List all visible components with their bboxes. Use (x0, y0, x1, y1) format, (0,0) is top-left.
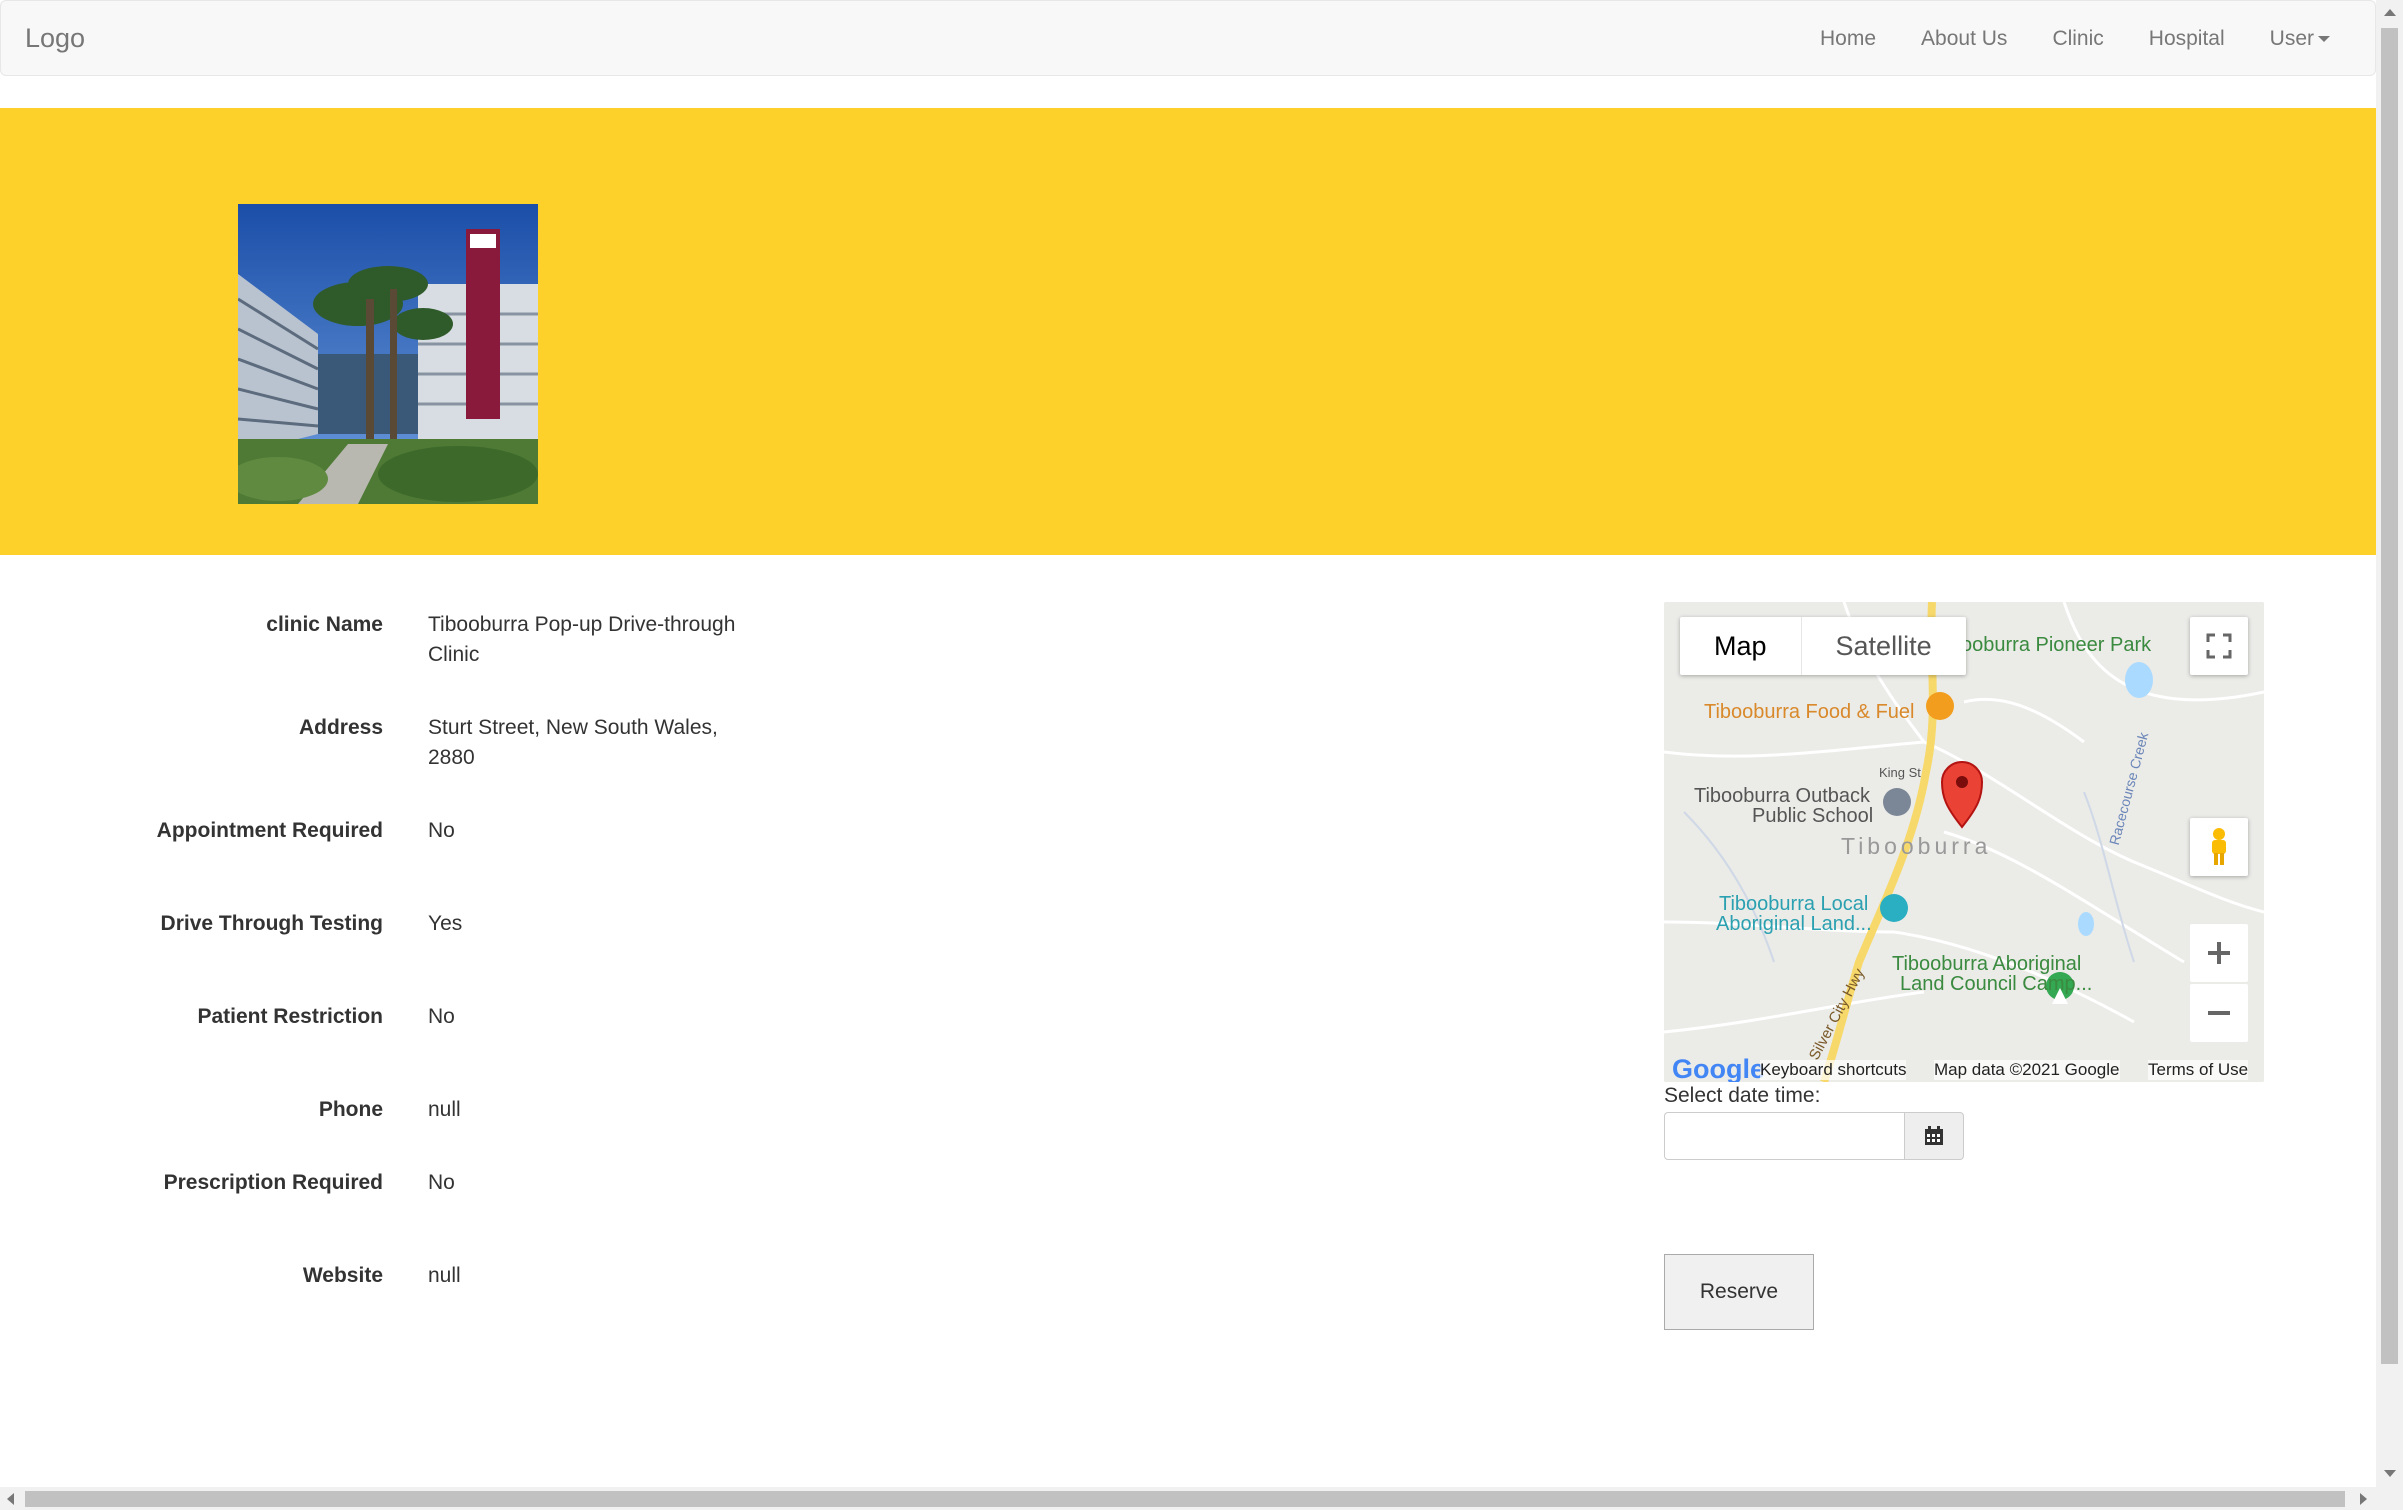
caret-down-icon (2318, 36, 2330, 42)
nav-home[interactable]: Home (1820, 27, 1876, 51)
nav-links: Home About Us Clinic Hospital User (1820, 1, 2375, 77)
zoom-out-button[interactable] (2190, 984, 2248, 1042)
scroll-down-icon[interactable] (2384, 1470, 2396, 1477)
fullscreen-icon (2206, 633, 2232, 659)
brand-logo[interactable]: Logo (25, 23, 85, 54)
detail-label: Prescription Required (163, 1171, 383, 1194)
map-label-food-fuel: Tibooburra Food & Fuel (1704, 701, 1915, 723)
navbar: Logo Home About Us Clinic Hospital User (0, 0, 2376, 76)
detail-value: Tibooburra Pop-up Drive-through Clinic (428, 613, 736, 666)
map-type-toggle: Map Satellite (1680, 617, 1966, 675)
detail-value: No (428, 1005, 455, 1028)
map-type-map-button[interactable]: Map (1680, 617, 1801, 675)
detail-value: Yes (428, 912, 463, 935)
detail-value: No (428, 1171, 455, 1194)
detail-value: Sturt Street, New South Wales, 2880 (428, 716, 718, 769)
map-label-park: ooburra Pioneer Park (1961, 634, 2152, 656)
date-time-input[interactable] (1664, 1112, 1904, 1160)
map-label-school-line2: Public School (1752, 805, 1874, 827)
nav-clinic[interactable]: Clinic (2052, 27, 2103, 51)
map-footer: Google Keyboard shortcuts Map data ©2021… (1664, 1054, 2264, 1082)
detail-label: clinic Name (266, 613, 383, 636)
map-label-camp-line1: Tibooburra Aboriginal (1892, 953, 2082, 975)
detail-value: null (428, 1264, 461, 1287)
detail-label: Address (298, 716, 383, 739)
detail-label: Appointment Required (156, 819, 383, 842)
scroll-right-icon[interactable] (2360, 1493, 2367, 1505)
nav-hospital[interactable]: Hospital (2149, 27, 2225, 51)
map-label-town: Tibooburra (1841, 833, 1992, 859)
nav-user-dropdown[interactable]: User (2270, 27, 2330, 51)
clinic-photo (238, 204, 538, 504)
map-label-school-line1: Tibooburra Outback (1694, 785, 1871, 807)
detail-label: Phone (318, 1098, 383, 1121)
scroll-up-icon[interactable] (2384, 9, 2396, 16)
map-label-camp-line2: Land Council Camp... (1900, 973, 2093, 995)
date-time-label: Select date time: (1664, 1084, 1821, 1107)
horizontal-scrollbar[interactable] (0, 1487, 2376, 1510)
terms-of-use-link[interactable]: Terms of Use (2148, 1060, 2249, 1080)
map-type-satellite-button[interactable]: Satellite (1802, 617, 1966, 675)
map-label-street: King St (1879, 765, 1921, 780)
detail-label: Website (302, 1264, 383, 1287)
reserve-button[interactable]: Reserve (1664, 1254, 1814, 1330)
map-label-land-line1: Tibooburra Local (1719, 893, 1869, 915)
horizontal-scroll-thumb[interactable] (25, 1491, 2345, 1507)
detail-value: null (428, 1098, 461, 1121)
nav-user-label: User (2269, 27, 2314, 50)
street-view-pegman-button[interactable] (2190, 818, 2248, 876)
vertical-scroll-thumb[interactable] (2381, 28, 2398, 1364)
calendar-icon (1925, 1126, 1943, 1145)
vertical-scrollbar[interactable] (2376, 0, 2403, 1510)
google-logo[interactable]: Google (1672, 1054, 1765, 1082)
map-data-attribution: Map data ©2021 Google (1934, 1060, 2120, 1080)
detail-value: No (428, 819, 455, 842)
scroll-left-icon[interactable] (7, 1493, 14, 1505)
calendar-button[interactable] (1904, 1112, 1964, 1160)
fullscreen-button[interactable] (2190, 617, 2248, 675)
map-label-land-line2: Aboriginal Land... (1716, 913, 1872, 935)
zoom-in-button[interactable] (2190, 924, 2248, 982)
hero-banner (0, 108, 2376, 555)
minus-icon (2208, 1011, 2230, 1015)
pegman-icon (2212, 828, 2226, 865)
detail-label: Drive Through Testing (160, 912, 383, 935)
nav-about-us[interactable]: About Us (1921, 27, 2007, 51)
keyboard-shortcuts-link[interactable]: Keyboard shortcuts (1760, 1060, 1907, 1080)
detail-label: Patient Restriction (197, 1005, 383, 1028)
clinic-map[interactable]: ooburra Pioneer Park Tibooburra Food & F… (1664, 602, 2264, 1082)
plus-icon (2208, 942, 2230, 964)
